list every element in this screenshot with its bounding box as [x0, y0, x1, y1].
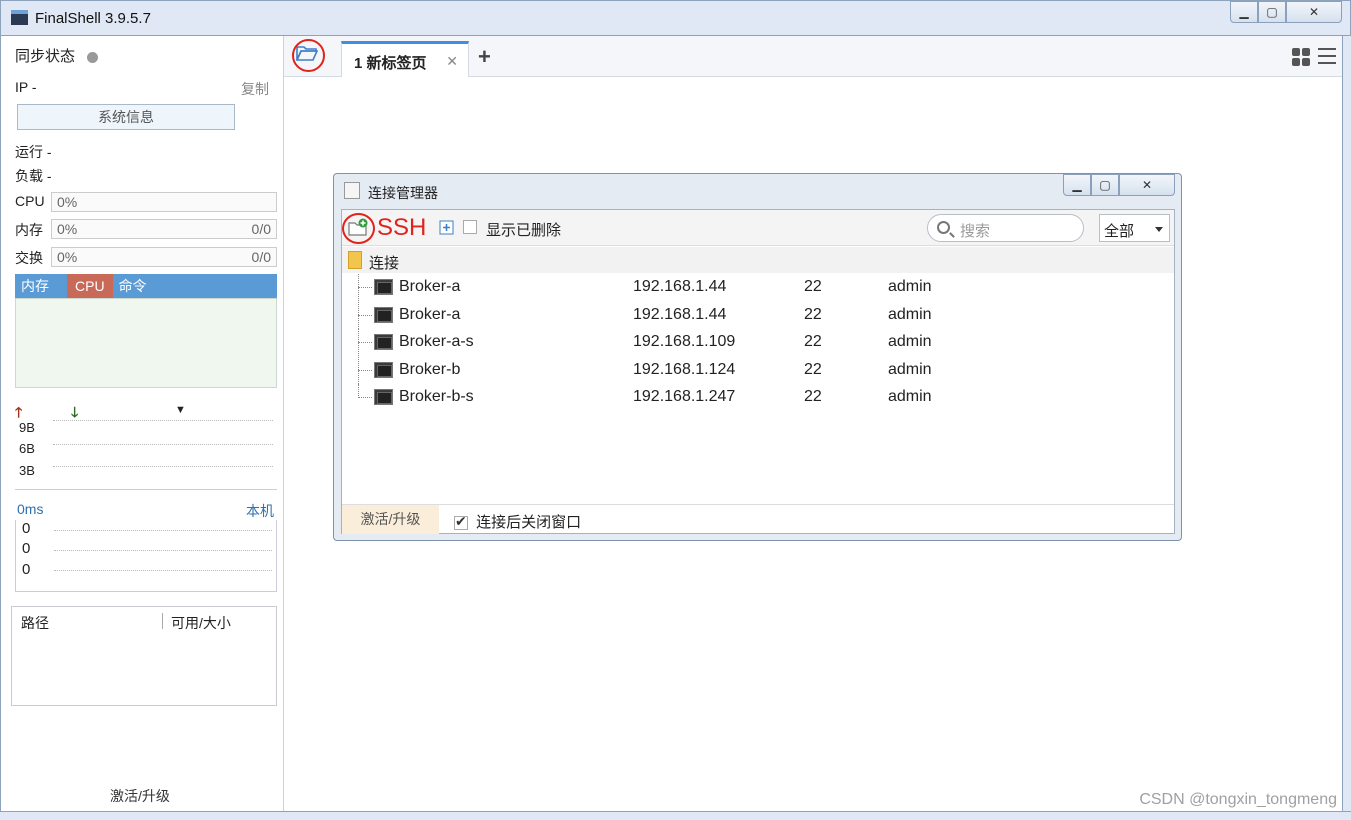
sync-status: 同步状态: [15, 45, 99, 66]
connection-row[interactable]: Broker-a 192.168.1.44 22 admin: [342, 302, 1174, 329]
tab-mem[interactable]: 内存: [15, 274, 55, 298]
watermark: CSDN @tongxin_tongmeng: [1139, 791, 1337, 808]
ssh-annotation: SSH: [377, 214, 427, 241]
ping-target[interactable]: 本机: [246, 501, 274, 521]
terminal-icon: [374, 362, 393, 378]
mem-usage-bar: 0% 0/0: [51, 219, 277, 239]
annotation-circle: [342, 213, 375, 244]
terminal-icon: [374, 307, 393, 323]
close-after-connect-checkbox[interactable]: [454, 513, 468, 531]
dialog-minimize-button[interactable]: ▁: [1063, 174, 1091, 196]
net-scale-9b: 9B: [19, 420, 35, 435]
filesystem-table: 路径 可用/大小: [11, 606, 277, 706]
title-bar: FinalShell 3.9.5.7 ▁ ▢ ✕: [0, 0, 1351, 36]
load-label: 负载 -: [15, 168, 52, 184]
dialog-maximize-button[interactable]: ▢: [1091, 174, 1119, 196]
search-icon: [937, 221, 950, 234]
menu-icon[interactable]: [1318, 48, 1336, 64]
terminal-icon: [374, 389, 393, 405]
annotation-circle: [292, 39, 325, 72]
close-after-connect[interactable]: 连接后关闭窗口: [454, 511, 581, 532]
uptime-label: 运行 -: [15, 144, 52, 160]
show-deleted-label: 显示已删除: [486, 222, 562, 239]
fs-header-path[interactable]: 路径: [21, 613, 49, 633]
connection-manager-dialog: 连接管理器 ▁ ▢ ✕ SSH 显示已删除 搜索 全部 连接 Broker-a …: [333, 173, 1182, 541]
dialog-content: SSH 显示已删除 搜索 全部 连接 Broker-a 192.168.1.44…: [341, 209, 1175, 534]
connection-row[interactable]: Broker-b-s 192.168.1.247 22 admin: [342, 384, 1174, 411]
ping-row: 0: [22, 540, 31, 557]
download-arrow-icon: 🡓: [71, 404, 79, 420]
folder-icon: [348, 251, 362, 269]
add-tab-button[interactable]: +: [478, 44, 491, 70]
process-list: [15, 298, 277, 388]
tab-close-icon[interactable]: ✕: [446, 53, 458, 70]
filter-select[interactable]: 全部: [1099, 214, 1170, 242]
swap-label: 交换: [15, 250, 43, 266]
ip-label: IP -: [15, 79, 37, 95]
ping-row: 0: [22, 520, 31, 537]
chevron-down-icon: [1155, 227, 1163, 232]
dialog-toolbar: SSH 显示已删除 搜索 全部: [342, 210, 1174, 246]
java-app-icon: [344, 182, 360, 199]
tab-cpu[interactable]: CPU: [67, 274, 113, 298]
cpu-label: CPU: [15, 193, 45, 209]
app-logo-icon: [11, 10, 28, 25]
minimize-button[interactable]: ▁: [1230, 1, 1258, 23]
dialog-close-button[interactable]: ✕: [1119, 174, 1175, 196]
ping-chart: 0 0 0: [15, 520, 277, 592]
terminal-icon: [374, 334, 393, 350]
system-info-button[interactable]: 系统信息: [17, 104, 235, 130]
maximize-button[interactable]: ▢: [1258, 1, 1286, 23]
mem-label: 内存: [15, 222, 43, 238]
sidebar-activate-link[interactable]: 激活/升级: [110, 786, 170, 806]
connection-row[interactable]: Broker-a 192.168.1.44 22 admin: [342, 274, 1174, 301]
sidebar: 同步状态 IP - 复制 系统信息 运行 - 负载 - CPU 0% 内存 0%…: [0, 36, 284, 812]
connection-row[interactable]: Broker-a-s 192.168.1.109 22 admin: [342, 329, 1174, 356]
network-chart: 🡑 🡓 ▼ 9B 6B 3B: [15, 402, 277, 490]
connection-row[interactable]: Broker-b 192.168.1.124 22 admin: [342, 357, 1174, 384]
swap-usage-bar: 0% 0/0: [51, 247, 277, 267]
fs-header-size[interactable]: 可用/大小: [171, 613, 231, 633]
tab-command[interactable]: 命令: [113, 274, 153, 298]
sync-dot-icon: [87, 51, 99, 63]
layout-grid-icon[interactable]: [1292, 48, 1310, 66]
interface-dropdown-icon[interactable]: ▼: [175, 404, 186, 416]
window-title: FinalShell 3.9.5.7: [35, 10, 151, 27]
dialog-title: 连接管理器: [368, 185, 438, 201]
dialog-footer: 激活/升级 连接后关闭窗口: [342, 504, 1174, 534]
net-scale-3b: 3B: [19, 463, 35, 478]
process-tabs: 内存 CPU 命令: [15, 274, 277, 298]
ping-value: 0ms: [17, 501, 44, 517]
close-button[interactable]: ✕: [1286, 1, 1342, 23]
expand-all-icon[interactable]: [439, 220, 454, 235]
copy-ip-link[interactable]: 复制: [241, 79, 269, 99]
tab-new[interactable]: 1 新标签页 ✕: [341, 41, 469, 77]
search-input[interactable]: 搜索: [927, 214, 1084, 242]
cpu-usage-bar: 0%: [51, 192, 277, 212]
terminal-icon: [374, 279, 393, 295]
show-deleted-checkbox[interactable]: [463, 220, 477, 234]
net-scale-6b: 6B: [19, 441, 35, 456]
ping-row: 0: [22, 561, 31, 578]
activate-upgrade-button[interactable]: 激活/升级: [342, 505, 439, 534]
group-row-connections[interactable]: 连接: [342, 247, 1174, 273]
tab-bar: 1 新标签页 ✕ +: [284, 36, 1342, 77]
